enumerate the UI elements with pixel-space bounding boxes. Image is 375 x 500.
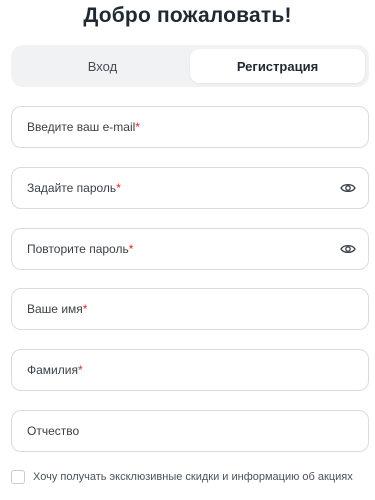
consent-checkbox[interactable] xyxy=(11,470,25,484)
email-field-label: Введите ваш e-mail* xyxy=(27,120,140,134)
page-title: Добро пожаловать! xyxy=(83,4,292,27)
required-mark: * xyxy=(82,302,88,316)
registration-page: Добро пожаловать! Вход Регистрация Введи… xyxy=(0,0,375,500)
required-mark: * xyxy=(128,242,134,256)
tab-registration[interactable]: Регистрация xyxy=(190,49,365,83)
password-repeat-field-label: Повторите пароль* xyxy=(27,242,134,256)
last-name-field[interactable]: Фамилия* xyxy=(11,349,369,391)
eye-icon[interactable] xyxy=(340,243,356,255)
first-name-field[interactable]: Ваше имя* xyxy=(11,288,369,330)
eye-icon[interactable] xyxy=(340,182,356,194)
auth-tabs: Вход Регистрация xyxy=(11,45,369,87)
password-field[interactable]: Задайте пароль* xyxy=(11,167,369,209)
password-repeat-field[interactable]: Повторите пароль* xyxy=(11,228,369,270)
password-field-label: Задайте пароль* xyxy=(27,181,121,195)
tab-login[interactable]: Вход xyxy=(15,49,190,83)
middle-name-field[interactable]: Отчество xyxy=(11,410,369,452)
required-mark: * xyxy=(116,181,121,195)
required-mark: * xyxy=(77,363,83,377)
consent-row: Хочу получать эксклюзивные скидки и инфо… xyxy=(11,470,353,484)
middle-name-field-label: Отчество xyxy=(27,424,80,438)
email-field[interactable]: Введите ваш e-mail* xyxy=(11,106,369,148)
first-name-field-label: Ваше имя* xyxy=(27,302,88,316)
last-name-field-label: Фамилия* xyxy=(27,363,83,377)
required-mark: * xyxy=(135,120,140,134)
consent-label: Хочу получать эксклюзивные скидки и инфо… xyxy=(33,471,353,483)
